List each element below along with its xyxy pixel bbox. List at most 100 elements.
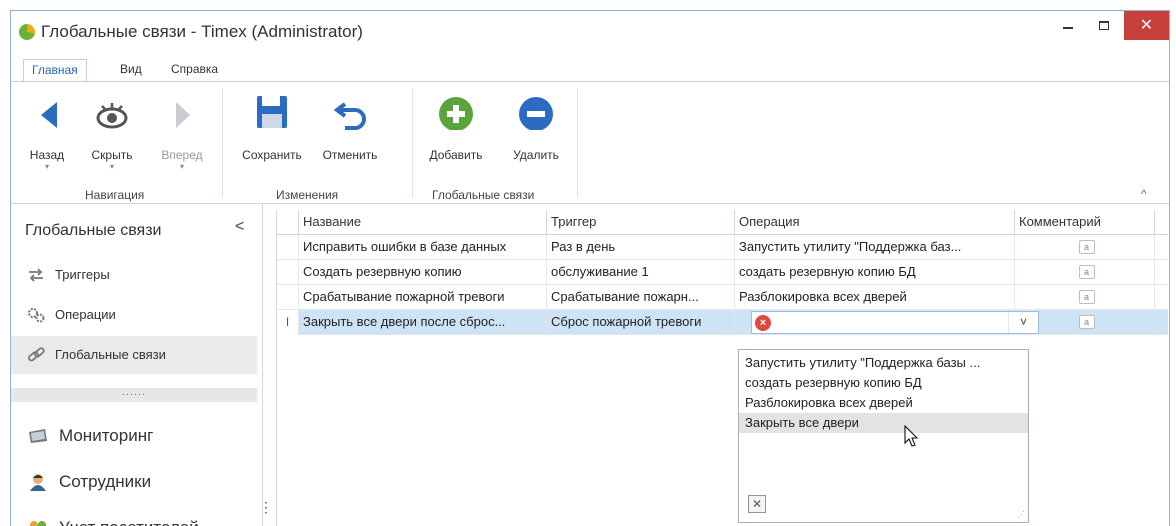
add-button[interactable]: Добавить (421, 90, 491, 162)
tab-help[interactable]: Справка (163, 59, 226, 82)
save-button[interactable]: Сохранить (235, 90, 309, 162)
cell-trigger[interactable]: Сброс пожарной тревоги (547, 310, 735, 335)
sidebar-item-triggers[interactable]: Триггеры (11, 256, 257, 294)
app-logo-icon (19, 24, 35, 40)
comment-icon[interactable]: a (1078, 315, 1095, 329)
column-header-name[interactable]: Название (299, 210, 547, 235)
cell-name[interactable]: Закрыть все двери после сброс... (299, 310, 547, 335)
chain-link-icon (27, 347, 45, 363)
hide-button[interactable]: Скрыть ▾ (84, 90, 140, 172)
table-row-selected[interactable]: I Закрыть все двери после сброс... Сброс… (277, 310, 1168, 335)
cell-name[interactable]: Исправить ошибки в базе данных (299, 235, 547, 260)
module-label: Учет посетителей (59, 518, 199, 526)
module-employees[interactable]: Сотрудники (11, 464, 257, 500)
window-title: Глобальные связи - Timex (Administrator) (41, 22, 363, 41)
group-label-changes: Изменения (276, 188, 339, 202)
maximize-icon (1099, 21, 1109, 30)
save-label: Сохранить (242, 148, 302, 162)
back-label: Назад (29, 148, 65, 162)
comment-icon[interactable]: a (1078, 290, 1095, 304)
cell-comment[interactable]: a (1015, 285, 1155, 310)
ribbon: Назад ▾ Скрыть ▾ Вперед ▾ Сохранить Отме… (11, 82, 1169, 204)
group-label-global-links: Глобальные связи (432, 188, 535, 202)
title-bar: Глобальные связи - Timex (Administrator)… (11, 11, 1169, 54)
column-header-operation[interactable]: Операция (735, 210, 1015, 235)
operation-combobox[interactable]: × ˅ (751, 311, 1039, 334)
module-visitors[interactable]: Учет посетителей (11, 510, 257, 526)
close-button[interactable]: ✕ (1124, 11, 1169, 40)
delete-button[interactable]: Удалить (501, 90, 571, 162)
column-header-trigger[interactable]: Триггер (547, 210, 735, 235)
sidebar-item-operations[interactable]: Операции (11, 296, 257, 334)
dropdown-option[interactable]: создать резервную копию БД (739, 373, 1028, 393)
minimize-icon (1063, 27, 1073, 29)
back-button[interactable]: Назад ▾ (23, 90, 71, 172)
cell-comment[interactable]: a (1015, 260, 1155, 285)
forward-arrow-icon (154, 90, 210, 130)
cell-trigger[interactable]: Срабатывание пожарн... (547, 285, 735, 310)
row-indicator[interactable] (277, 260, 299, 285)
sidebar-splitter-handle[interactable]: ...... (11, 387, 257, 402)
cell-trigger[interactable]: Раз в день (547, 235, 735, 260)
gears-icon (27, 307, 45, 323)
eye-icon (84, 90, 140, 130)
group-separator (577, 88, 578, 198)
maximize-button[interactable] (1086, 11, 1122, 40)
row-indicator-header (277, 210, 299, 235)
module-label: Мониторинг (59, 426, 154, 445)
forward-button[interactable]: Вперед ▾ (154, 90, 210, 172)
dropdown-option[interactable]: Запустить утилиту "Поддержка базы ... (739, 353, 1028, 373)
clear-selection-button[interactable]: ✕ (748, 495, 766, 513)
plus-circle-icon (421, 90, 491, 131)
back-dropdown-icon[interactable]: ▾ (23, 162, 71, 172)
module-monitoring[interactable]: Мониторинг (11, 418, 257, 454)
collapse-ribbon-button[interactable]: ^ (1141, 187, 1147, 201)
row-indicator-editing[interactable]: I (277, 310, 299, 335)
cell-trigger[interactable]: обслуживание 1 (547, 260, 735, 285)
cell-operation[interactable]: Запустить утилиту "Поддержка баз... (735, 235, 1015, 260)
table-row[interactable]: Срабатывание пожарной тревоги Срабатыван… (277, 285, 1168, 310)
row-indicator[interactable] (277, 235, 299, 260)
minimize-button[interactable] (1050, 11, 1086, 40)
cell-operation[interactable]: Разблокировка всех дверей (735, 285, 1015, 310)
dropdown-option-highlighted[interactable]: Закрыть все двери (739, 413, 1028, 433)
navigation-sidebar: Глобальные связи < Триггеры Операции Гло… (11, 204, 273, 526)
column-header-comment[interactable]: Комментарий (1015, 210, 1155, 235)
cell-operation[interactable]: создать резервную копию БД (735, 260, 1015, 285)
more-options-icon[interactable]: ⋮ (259, 500, 273, 514)
grid-header: Название Триггер Операция Комментарий (277, 210, 1168, 235)
arrows-icon (27, 267, 45, 283)
dropdown-option[interactable]: Разблокировка всех дверей (739, 393, 1028, 413)
sidebar-item-global-links[interactable]: Глобальные связи (11, 336, 257, 374)
hide-dropdown-icon[interactable]: ▾ (84, 162, 140, 172)
table-row[interactable]: Исправить ошибки в базе данных Раз в ден… (277, 235, 1168, 260)
ribbon-tabs: Главная Вид Справка (11, 54, 1169, 82)
comment-icon[interactable]: a (1078, 240, 1095, 254)
resize-grip-icon[interactable]: ⋰ (1017, 510, 1025, 519)
cell-name[interactable]: Создать резервную копию (299, 260, 547, 285)
cell-name[interactable]: Срабатывание пожарной тревоги (299, 285, 547, 310)
tab-home[interactable]: Главная (23, 59, 87, 82)
table-row[interactable]: Создать резервную копию обслуживание 1 с… (277, 260, 1168, 285)
operation-dropdown-list: Запустить утилиту "Поддержка базы ... со… (738, 349, 1029, 523)
back-arrow-icon (23, 90, 71, 130)
cell-comment[interactable]: a (1015, 235, 1155, 260)
group-separator (412, 88, 413, 198)
group-label-navigation: Навигация (85, 188, 145, 202)
comment-icon[interactable]: a (1078, 265, 1095, 279)
sidebar-collapse-button[interactable]: < (235, 218, 244, 236)
forward-dropdown-icon[interactable]: ▾ (154, 162, 210, 172)
dropdown-arrow-button[interactable]: ˅ (1008, 312, 1038, 333)
tab-view[interactable]: Вид (112, 59, 150, 82)
add-label: Добавить (429, 148, 483, 162)
row-indicator[interactable] (277, 285, 299, 310)
global-links-grid: Название Триггер Операция Комментарий Ис… (276, 210, 1168, 526)
delete-label: Удалить (513, 148, 559, 162)
group-separator (222, 88, 223, 198)
undo-button[interactable]: Отменить (315, 90, 385, 162)
sidebar-item-label: Триггеры (55, 267, 110, 282)
minus-circle-icon (501, 90, 571, 131)
sidebar-title: Глобальные связи (25, 222, 162, 239)
undo-label: Отменить (322, 148, 378, 162)
module-label: Сотрудники (59, 472, 152, 491)
